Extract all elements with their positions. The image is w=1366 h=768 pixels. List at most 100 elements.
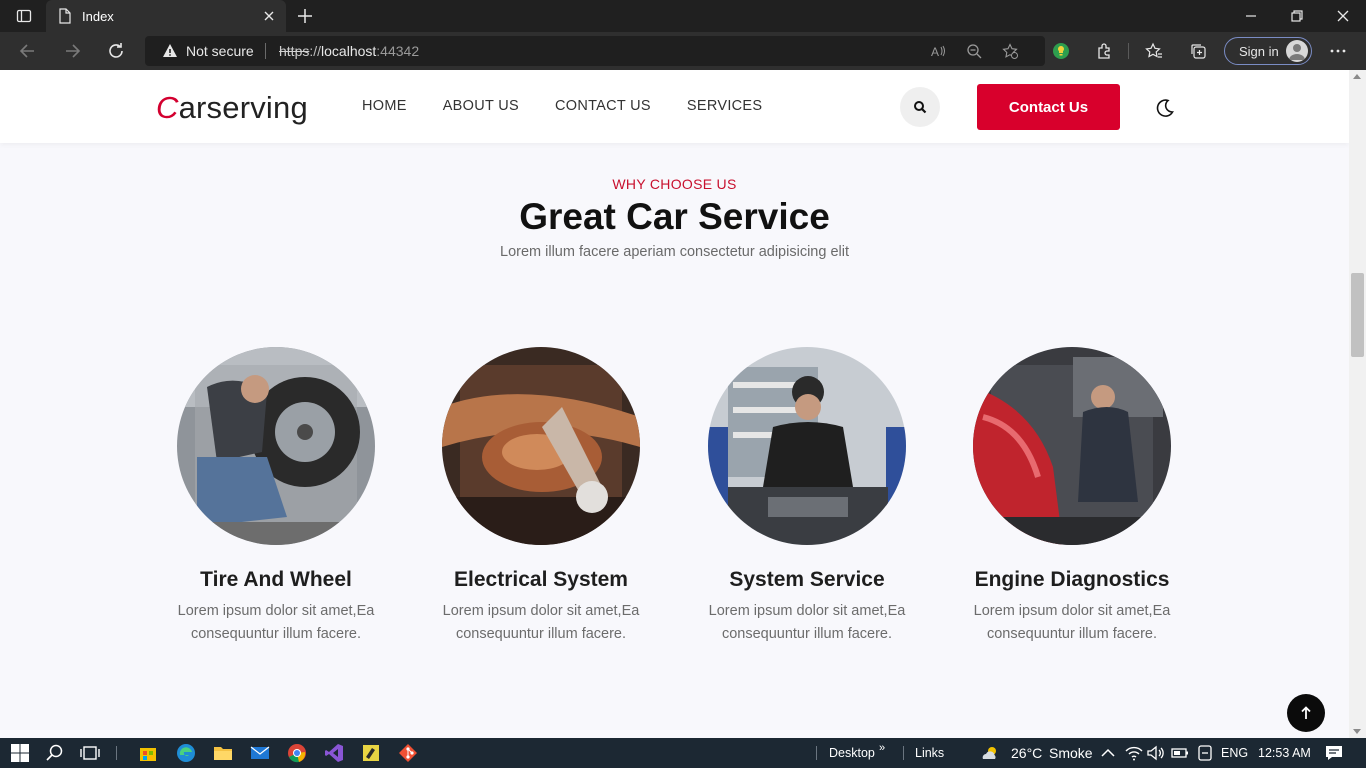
nav-about-us[interactable]: ABOUT US — [443, 98, 519, 114]
git-icon[interactable] — [398, 743, 418, 763]
read-aloud-icon[interactable]: A — [930, 43, 946, 59]
restore-icon[interactable] — [1289, 8, 1305, 24]
service-description-line: Lorem ipsum dolor sit amet,Ea — [442, 603, 640, 619]
service-title: Electrical System — [454, 568, 628, 591]
edge-browser-icon[interactable] — [176, 743, 196, 763]
task-view-icon[interactable] — [80, 743, 100, 763]
volume-icon[interactable] — [1146, 743, 1166, 763]
forward-icon[interactable] — [62, 41, 82, 61]
browser-toolbar: Not secure https://localhost:44342 A Sig… — [0, 32, 1366, 70]
browser-tab-bar: Index — [0, 0, 1366, 32]
url-separator: :// — [309, 43, 322, 59]
windows-start-icon[interactable] — [10, 743, 30, 763]
service-title: Engine Diagnostics — [974, 568, 1170, 591]
language-indicator[interactable]: ENG — [1221, 746, 1248, 760]
visual-studio-icon[interactable] — [324, 743, 344, 763]
favorites-icon[interactable] — [1145, 42, 1163, 60]
service-card-engine-diagnostics: Engine Diagnostics Lorem ipsum dolor sit… — [952, 347, 1192, 646]
microsoft-store-icon[interactable] — [138, 743, 158, 763]
page-scrollbar[interactable] — [1349, 70, 1366, 738]
service-description: Lorem ipsum dolor sit amet,Ea consequunt… — [687, 600, 927, 646]
wifi-icon[interactable] — [1124, 743, 1144, 763]
scrollbar-thumb[interactable] — [1351, 273, 1364, 357]
page-icon — [59, 8, 71, 24]
toolbar-divider — [1128, 43, 1129, 59]
nav-contact-us[interactable]: CONTACT US — [555, 98, 651, 114]
refresh-icon[interactable] — [106, 41, 126, 61]
more-options-icon[interactable] — [1329, 42, 1347, 60]
browser-tab[interactable]: Index — [46, 0, 286, 32]
service-description-line: Lorem ipsum dolor sit amet,Ea — [973, 603, 1171, 619]
extension-bulb-icon[interactable] — [1052, 42, 1070, 60]
site-logo[interactable]: Carserving — [156, 90, 308, 126]
sync-icon[interactable] — [1195, 743, 1215, 763]
sign-in-label: Sign in — [1239, 43, 1279, 59]
service-description: Lorem ipsum dolor sit amet,Ea consequunt… — [156, 600, 396, 646]
service-description-line: consequuntur illum facere. — [721, 626, 893, 642]
chevron-up-icon[interactable] — [1098, 743, 1118, 763]
search-button[interactable] — [900, 87, 940, 127]
sign-in-button[interactable]: Sign in — [1224, 37, 1312, 65]
url-host: localhost — [321, 43, 377, 59]
logo-text: arserving — [178, 90, 308, 125]
add-favorite-icon[interactable] — [1002, 43, 1018, 59]
mail-icon[interactable] — [250, 743, 270, 763]
desktop-toolbar-label[interactable]: Desktop — [829, 746, 875, 760]
service-image-system-service — [708, 347, 906, 545]
service-image-tire-and-wheel — [177, 347, 375, 545]
warning-icon[interactable] — [162, 43, 178, 59]
close-tab-icon[interactable] — [262, 9, 276, 23]
address-separator — [265, 43, 266, 59]
service-description: Lorem ipsum dolor sit amet,Ea consequunt… — [421, 600, 661, 646]
weather-condition[interactable]: Smoke — [1049, 745, 1093, 761]
chrome-icon[interactable] — [287, 743, 307, 763]
service-title: System Service — [729, 568, 885, 591]
weather-cloud-icon[interactable] — [980, 743, 1000, 763]
address-bar[interactable]: Not secure https://localhost:44342 A — [145, 36, 1045, 66]
new-tab-icon[interactable] — [296, 7, 314, 25]
expand-toolbar-icon[interactable]: » — [879, 742, 885, 754]
battery-icon[interactable] — [1170, 743, 1190, 763]
collections-icon[interactable] — [1189, 42, 1207, 60]
notifications-icon[interactable] — [1324, 743, 1344, 763]
security-status[interactable]: Not secure — [186, 43, 254, 59]
taskbar-divider — [816, 746, 817, 760]
taskbar-divider — [903, 746, 904, 760]
sticky-notes-icon[interactable] — [361, 743, 381, 763]
page-viewport: Carserving HOME ABOUT US CONTACT US SERV… — [0, 70, 1366, 738]
zoom-out-icon[interactable] — [966, 43, 982, 59]
tab-actions-icon[interactable] — [10, 6, 38, 26]
scroll-up-arrow-icon[interactable] — [1353, 74, 1361, 79]
search-taskbar-icon[interactable] — [45, 743, 65, 763]
dark-mode-moon-icon[interactable] — [1155, 98, 1175, 118]
back-icon[interactable] — [18, 41, 38, 61]
links-toolbar-label[interactable]: Links — [915, 746, 944, 760]
scroll-down-arrow-icon[interactable] — [1353, 729, 1361, 734]
file-explorer-icon[interactable] — [213, 743, 233, 763]
service-description-line: consequuntur illum facere. — [190, 626, 362, 642]
back-to-top-button[interactable] — [1287, 694, 1325, 732]
nav-home[interactable]: HOME — [362, 98, 407, 114]
taskbar-divider — [116, 746, 117, 760]
arrow-up-icon — [1301, 706, 1311, 719]
windows-taskbar: Desktop » Links 26°C Smoke ENG 12:53 AM — [0, 738, 1366, 768]
site-header: Carserving HOME ABOUT US CONTACT US SERV… — [0, 70, 1349, 143]
extensions-icon[interactable] — [1096, 42, 1114, 60]
contact-us-button[interactable]: Contact Us — [977, 84, 1120, 130]
main-nav: HOME ABOUT US CONTACT US SERVICES — [362, 98, 798, 114]
service-description-line: Lorem ipsum dolor sit amet,Ea — [708, 603, 906, 619]
weather-temperature[interactable]: 26°C — [1011, 745, 1042, 761]
tab-title: Index — [82, 8, 114, 24]
minimize-icon[interactable] — [1243, 8, 1259, 24]
service-image-engine-diagnostics — [973, 347, 1171, 545]
nav-services[interactable]: SERVICES — [687, 98, 762, 114]
clock-time[interactable]: 12:53 AM — [1258, 746, 1311, 760]
service-description-line: Lorem ipsum dolor sit amet,Ea — [177, 603, 375, 619]
logo-initial: C — [156, 90, 179, 125]
service-description: Lorem ipsum dolor sit amet,Ea consequunt… — [952, 600, 1192, 646]
service-description-line: consequuntur illum facere. — [986, 626, 1158, 642]
service-card-tire-and-wheel: Tire And Wheel Lorem ipsum dolor sit ame… — [156, 347, 396, 646]
search-icon — [914, 101, 927, 114]
close-window-icon[interactable] — [1335, 8, 1351, 24]
url-text[interactable]: https://localhost:44342 — [279, 43, 419, 59]
